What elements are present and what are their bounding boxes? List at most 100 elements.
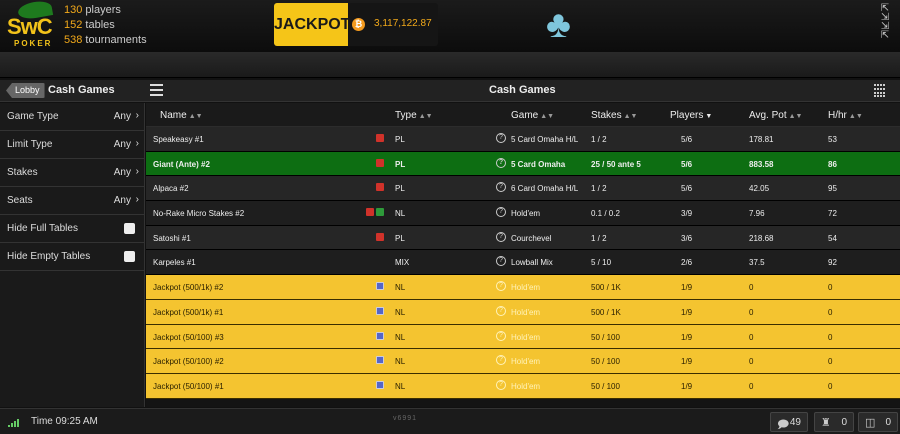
toggle-count-button[interactable]: ◫ 0 <box>858 412 898 432</box>
table-avg-pot: 42.05 <box>749 184 770 194</box>
jackpot-badge-icon <box>376 331 384 340</box>
column-header-stakes[interactable]: Stakes ▲▼ <box>591 110 637 121</box>
fullscreen-icon[interactable]: ⇱ ⇲ ⇲ ⇱ <box>876 4 894 41</box>
bitcoin-badge-icon <box>366 208 374 217</box>
table-stakes: 500 / 1K <box>591 283 621 293</box>
hamburger-menu-icon[interactable] <box>150 84 163 96</box>
game-info-icon[interactable]: ? <box>496 157 506 168</box>
table-row[interactable]: Karpeles #1 MIX? Lowball Mix 5 / 10 2/6 37.5 9… <box>146 250 900 276</box>
table-avg-pot: 883.58 <box>749 159 774 169</box>
game-info-icon[interactable]: ? <box>496 207 506 218</box>
filter-hide-full-tables[interactable]: Hide Full Tables <box>0 215 144 243</box>
game-info-icon[interactable]: ? <box>496 305 506 316</box>
game-info-icon[interactable]: ? <box>496 330 506 341</box>
filter-limit-type[interactable]: Limit Type Any › <box>0 131 144 159</box>
column-header-name[interactable]: Name ▲▼ <box>160 110 203 121</box>
game-info-icon[interactable]: ? <box>496 231 506 242</box>
table-stakes: 1 / 2 <box>591 184 607 194</box>
table-type: PL <box>395 135 405 144</box>
table-name: Jackpot (50/100) #1 <box>153 381 224 391</box>
filter-seats[interactable]: Seats Any › <box>0 187 144 215</box>
table-row[interactable]: Satoshi #1 PL? Courchevel 1 / 2 3/6 218.68 54 <box>146 225 900 251</box>
hide-full-tables-checkbox[interactable] <box>124 223 135 234</box>
column-header-avg-pot[interactable]: Avg. Pot ▲▼ <box>749 110 802 121</box>
jackpot-badge-icon <box>376 282 384 291</box>
table-name: Giant (Ante) #2 <box>153 159 210 169</box>
chevron-right-icon: › <box>135 166 139 177</box>
table-row[interactable]: Jackpot (500/1k) #1 NL? Hold'em 500 / 1K 1/9… <box>146 299 900 325</box>
table-stakes: 50 / 100 <box>591 332 620 342</box>
table-name: Speakeasy #1 <box>153 135 204 144</box>
table-stakes: 500 / 1K <box>591 307 621 317</box>
table-stakes: 0.1 / 0.2 <box>591 209 620 219</box>
table-row[interactable]: Alpaca #2 PL? 6 Card Omaha H/L 1 / 2 5/6 42.0… <box>146 176 900 202</box>
trophy-icon: ♜ <box>821 417 831 429</box>
table-hands-per-hour: 0 <box>828 381 833 391</box>
table-hands-per-hour: 72 <box>828 209 837 219</box>
my-tables-button[interactable]: ♜ 0 <box>814 412 854 432</box>
table-players: 3/6 <box>681 233 693 243</box>
chat-button[interactable]: 🗩 49 <box>770 412 808 432</box>
table-players: 1/9 <box>681 283 693 293</box>
game-info-icon[interactable]: ? <box>496 256 506 267</box>
table-row[interactable]: Jackpot (50/100) #3 NL? Hold'em 50 / 100 1/9… <box>146 324 900 350</box>
clock-time: Time 09:25 AM <box>31 416 98 427</box>
table-row[interactable]: No-Rake Micro Stakes #2 NL? Hold'em 0.1 / 0… <box>146 201 900 226</box>
cash-games-table: Name ▲▼ Type ▲▼ Game ▲▼ Stakes ▲▼ Players ▼ A… <box>146 103 900 407</box>
jackpot-label: JACKPOT <box>274 3 350 46</box>
swc-poker-logo[interactable]: SwC POKER <box>4 0 60 50</box>
column-header-game[interactable]: Game ▲▼ <box>511 110 554 121</box>
lobby-back-button[interactable]: Lobby <box>6 83 45 98</box>
game-info-icon[interactable]: ? <box>496 133 506 143</box>
toggle-icon: ◫ <box>865 417 876 429</box>
filter-hide-empty-tables[interactable]: Hide Empty Tables <box>0 243 144 271</box>
stat-tables: 152 tables <box>64 19 115 31</box>
table-game: Hold'em <box>511 357 541 367</box>
table-hands-per-hour: 0 <box>828 283 833 293</box>
table-row[interactable]: Jackpot (500/1k) #2 NL? Hold'em 500 / 1K 1/9… <box>146 275 900 300</box>
table-type: NL <box>395 209 406 219</box>
table-avg-pot: 0 <box>749 332 754 342</box>
table-name: Jackpot (500/1k) #2 <box>153 283 224 293</box>
table-avg-pot: 7.96 <box>749 209 765 219</box>
filter-game-type[interactable]: Game Type Any › <box>0 103 144 131</box>
stat-players: 130 players <box>64 4 121 16</box>
table-game: Lowball Mix <box>511 258 553 268</box>
lobby-stats: 130 players 152 tables 538 tournaments <box>64 3 147 48</box>
table-row[interactable]: Giant (Ante) #2 PL? 5 Card Omaha 25 / 50 an… <box>146 151 900 177</box>
table-players: 3/9 <box>681 209 693 219</box>
table-stakes: 50 / 100 <box>591 357 620 367</box>
column-header-players[interactable]: Players ▼ <box>670 110 712 121</box>
table-name: Jackpot (50/100) #3 <box>153 332 224 342</box>
top-header: SwC POKER 130 players 152 tables 538 tou… <box>0 0 900 52</box>
header-strip <box>0 52 900 78</box>
jackpot-banner[interactable]: JACKPOT ₿ 3,117,122.87 <box>274 3 438 46</box>
bitcoin-badge-icon <box>376 134 384 142</box>
table-stakes: 50 / 100 <box>591 381 620 391</box>
grid-view-icon[interactable] <box>874 84 888 98</box>
table-body: Speakeasy #1 PL? 5 Card Omaha H/L 1 / 2 5/6 1… <box>146 127 900 399</box>
hide-empty-tables-checkbox[interactable] <box>124 251 135 262</box>
table-game: 5 Card Omaha <box>511 159 566 169</box>
filter-stakes[interactable]: Stakes Any › <box>0 159 144 187</box>
game-info-icon[interactable]: ? <box>496 182 506 193</box>
table-type: NL <box>395 307 406 317</box>
game-info-icon[interactable]: ? <box>496 379 506 390</box>
game-info-icon[interactable]: ? <box>496 281 506 292</box>
table-avg-pot: 0 <box>749 307 754 317</box>
table-row[interactable]: Jackpot (50/100) #1 NL? Hold'em 50 / 100 1/9… <box>146 373 900 399</box>
table-stakes: 25 / 50 ante 5 <box>591 159 641 169</box>
bitcoin-icon: ₿ <box>352 18 365 31</box>
logo-text: SwC <box>7 14 53 39</box>
table-hands-per-hour: 54 <box>828 233 837 243</box>
table-stakes: 1 / 2 <box>591 233 607 243</box>
column-header-type[interactable]: Type ▲▼ <box>395 110 433 121</box>
chevron-right-icon: › <box>135 194 139 205</box>
table-avg-pot: 0 <box>749 381 754 391</box>
table-header: Name ▲▼ Type ▲▼ Game ▲▼ Stakes ▲▼ Players ▼ A… <box>146 103 900 127</box>
table-row[interactable]: Jackpot (50/100) #2 NL? Hold'em 50 / 100 1/9… <box>146 349 900 374</box>
table-row[interactable]: Speakeasy #1 PL? 5 Card Omaha H/L 1 / 2 5/6 1… <box>146 127 900 152</box>
column-header-hands-per-hour[interactable]: H/hr ▲▼ <box>828 110 863 121</box>
table-game: Hold'em <box>511 332 541 342</box>
game-info-icon[interactable]: ? <box>496 355 506 366</box>
